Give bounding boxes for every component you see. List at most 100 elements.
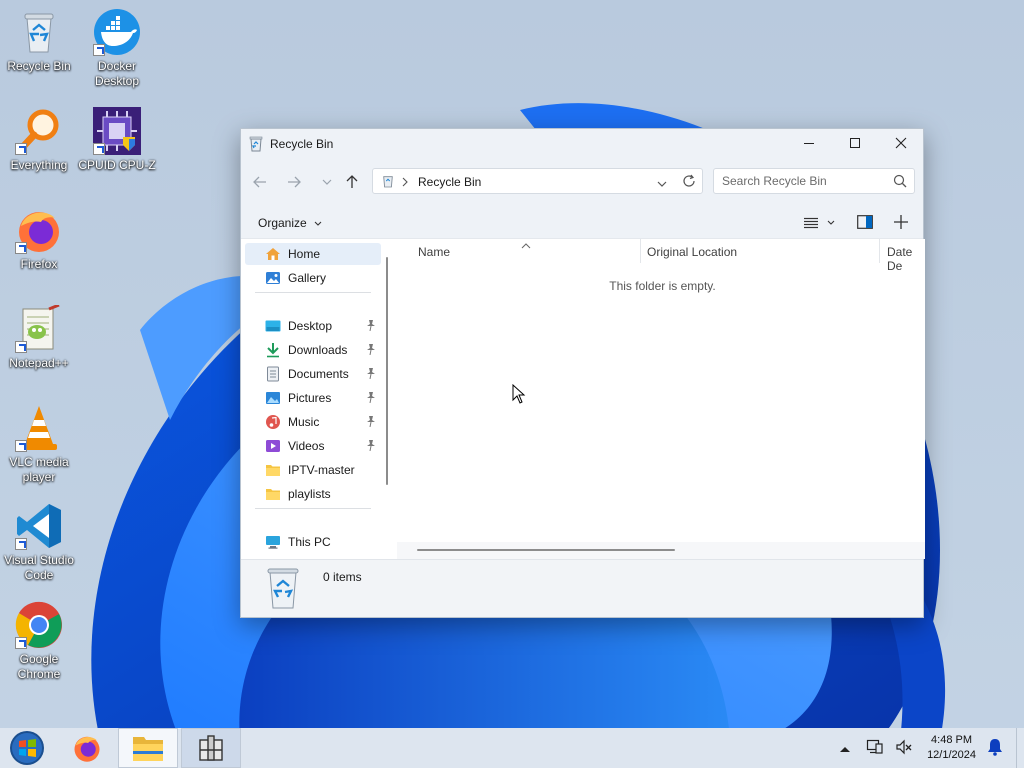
- nav-item-this-pc[interactable]: This PC: [245, 531, 381, 553]
- notifications-button[interactable]: [987, 738, 1005, 758]
- recycle-bin-large-icon: [265, 566, 301, 613]
- recent-locations-button[interactable]: [315, 171, 339, 193]
- new-item-button[interactable]: [892, 213, 910, 231]
- vscode-icon: [15, 502, 63, 550]
- desktop-icon-notepad-plus-plus[interactable]: Notepad++: [0, 303, 78, 371]
- close-button[interactable]: [878, 129, 924, 157]
- clock-time: 4:48 PM: [931, 734, 973, 746]
- pin-icon[interactable]: [366, 367, 376, 382]
- chevron-down-icon: [314, 221, 322, 226]
- forward-button[interactable]: [282, 171, 306, 193]
- navigation-pane: Home Gallery Desktop Downloads Documents…: [241, 239, 389, 559]
- taskbar-file-explorer[interactable]: [118, 728, 178, 768]
- column-header-original-location[interactable]: Original Location: [647, 245, 737, 269]
- horizontal-scrollbar[interactable]: [417, 549, 675, 551]
- pin-icon[interactable]: [366, 319, 376, 334]
- desktop-icon-vscode[interactable]: Visual Studio Code: [0, 502, 78, 583]
- cpu-chip-icon: [93, 107, 141, 155]
- preview-pane-button[interactable]: [856, 213, 874, 231]
- desktop-icon-cpu-z[interactable]: CPUID CPU-Z: [78, 107, 156, 173]
- arrow-right-icon: [288, 176, 301, 188]
- desktop-icon-vlc[interactable]: VLC media player: [0, 404, 78, 485]
- desktop-folder-icon: [265, 318, 281, 334]
- start-button[interactable]: [4, 728, 50, 768]
- network-button[interactable]: [866, 738, 886, 758]
- nav-item-label: Videos: [288, 439, 325, 453]
- nav-item-gallery[interactable]: Gallery: [245, 267, 381, 289]
- close-icon: [895, 137, 907, 149]
- column-divider[interactable]: [879, 239, 880, 263]
- desktop-icon-label: Notepad++: [9, 356, 69, 370]
- shortcut-arrow-icon: [15, 341, 27, 353]
- mouse-pointer-icon: [512, 384, 526, 404]
- column-label: Date De: [887, 245, 913, 273]
- nav-item-documents[interactable]: Documents: [245, 363, 381, 385]
- taskbar-control-panel[interactable]: [181, 728, 241, 768]
- shortcut-arrow-icon: [15, 637, 27, 649]
- nav-item-downloads[interactable]: Downloads: [245, 339, 381, 361]
- refresh-icon[interactable]: [682, 174, 696, 191]
- pin-icon[interactable]: [366, 343, 376, 358]
- taskbar-clock[interactable]: 4:48 PM 12/1/2024: [927, 733, 976, 763]
- nav-item-iptv-master[interactable]: IPTV-master: [245, 459, 381, 481]
- notepad-plus-plus-icon: [15, 303, 63, 353]
- desktop-icon-firefox[interactable]: Firefox: [0, 206, 78, 272]
- item-count: 0 items: [323, 570, 362, 584]
- network-icon: [866, 739, 883, 754]
- nav-item-playlists[interactable]: playlists: [245, 483, 381, 505]
- show-hidden-icons-button[interactable]: [840, 742, 854, 754]
- organize-label: Organize: [258, 216, 307, 230]
- volume-button[interactable]: [895, 738, 915, 758]
- desktop-icon-label: Everything: [10, 158, 68, 172]
- window-app-icon: [199, 735, 223, 761]
- nav-scrollbar[interactable]: [386, 257, 388, 485]
- pictures-icon: [265, 390, 281, 406]
- folder-icon: [265, 486, 281, 502]
- nav-item-music[interactable]: Music: [245, 411, 381, 433]
- arrow-up-icon: [346, 175, 358, 188]
- column-label: Name: [418, 245, 451, 259]
- column-header-name[interactable]: Name: [418, 245, 450, 269]
- firefox-icon: [74, 736, 100, 762]
- nav-item-label: This PC: [288, 535, 331, 549]
- pin-icon[interactable]: [366, 415, 376, 430]
- view-options-button[interactable]: [802, 214, 840, 232]
- pin-icon[interactable]: [366, 391, 376, 406]
- desktop-icon-docker-desktop[interactable]: Docker Desktop: [78, 8, 156, 89]
- column-divider[interactable]: [640, 239, 641, 263]
- title-bar[interactable]: Recycle Bin: [241, 129, 923, 159]
- gallery-icon: [265, 270, 281, 286]
- column-header-date-deleted[interactable]: Date De: [887, 245, 925, 273]
- show-desktop-button[interactable]: [1016, 728, 1024, 768]
- nav-divider: [255, 292, 371, 293]
- nav-item-desktop[interactable]: Desktop: [245, 315, 381, 337]
- search-input[interactable]: [722, 172, 882, 190]
- nav-item-home[interactable]: Home: [245, 243, 381, 265]
- minimize-button[interactable]: [786, 129, 832, 157]
- nav-item-label: Music: [288, 415, 320, 429]
- back-button[interactable]: [248, 171, 272, 193]
- organize-button[interactable]: Organize: [258, 216, 322, 230]
- sort-indicator-icon: [521, 239, 531, 252]
- address-field[interactable]: Recycle Bin: [372, 168, 703, 194]
- maximize-button[interactable]: [832, 129, 878, 157]
- shortcut-arrow-icon: [15, 538, 27, 550]
- file-list: Name Original Location Date De This fold…: [397, 239, 925, 559]
- shortcut-arrow-icon: [15, 242, 27, 254]
- up-button[interactable]: [340, 171, 364, 193]
- desktop-icon-everything[interactable]: Everything: [0, 107, 78, 173]
- nav-item-label: IPTV-master: [288, 463, 355, 477]
- nav-item-pictures[interactable]: Pictures: [245, 387, 381, 409]
- desktop-icon-recycle-bin[interactable]: Recycle Bin: [0, 8, 78, 74]
- preview-pane-icon: [857, 215, 873, 229]
- chrome-icon: [15, 601, 63, 649]
- taskbar-firefox[interactable]: [60, 728, 114, 768]
- pin-icon[interactable]: [366, 439, 376, 454]
- desktop-icon-chrome[interactable]: Google Chrome: [0, 601, 78, 682]
- music-icon: [265, 414, 281, 430]
- address-history-chevron-icon[interactable]: [657, 177, 667, 191]
- breadcrumb-recycle-bin[interactable]: Recycle Bin: [418, 175, 481, 189]
- nav-item-videos[interactable]: Videos: [245, 435, 381, 457]
- nav-item-label: Gallery: [288, 271, 327, 285]
- search-icon[interactable]: [893, 174, 907, 191]
